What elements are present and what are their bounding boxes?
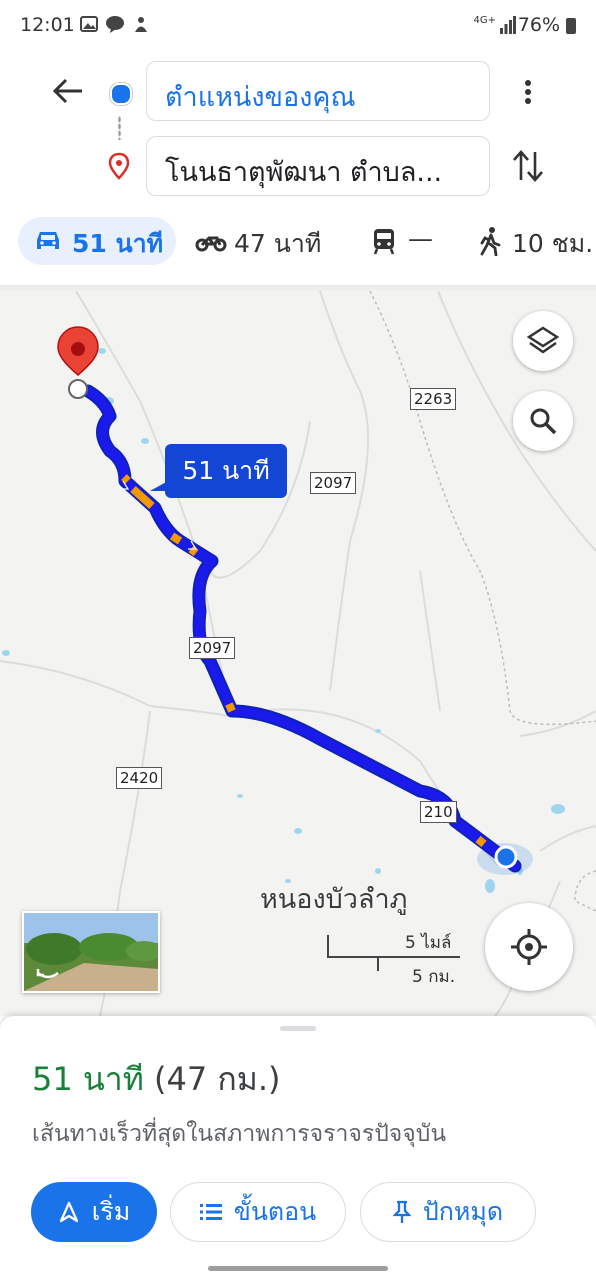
mode-transit-label[interactable]: — bbox=[408, 224, 433, 253]
origin-text: ตำแหน่งของคุณ bbox=[165, 82, 356, 113]
origin-field[interactable]: ตำแหน่งของคุณ bbox=[146, 61, 490, 121]
transit-icon[interactable] bbox=[372, 227, 396, 255]
pushpin-icon bbox=[392, 1200, 411, 1223]
app-notification-icon bbox=[135, 17, 147, 32]
crosshair-icon bbox=[511, 929, 547, 965]
route-description: เส้นทางเร็วที่สุดในสภาพการจราจรปัจจุบัน bbox=[32, 1121, 447, 1147]
route-duration: 51 นาที bbox=[32, 1060, 144, 1098]
road-label-2097-north: 2097 bbox=[310, 472, 357, 494]
road-label-2263: 2263 bbox=[410, 388, 457, 410]
battery-level: 76% bbox=[517, 14, 560, 36]
mode-driving-label: 51 นาที bbox=[72, 229, 164, 258]
scale-bar bbox=[327, 935, 460, 971]
destination-text: โนนธาตุพัฒนา ตำบล... bbox=[165, 157, 443, 188]
layers-icon bbox=[526, 326, 560, 354]
status-time: 12:01 bbox=[20, 14, 75, 36]
route-distance: (47 กม.) bbox=[154, 1060, 281, 1098]
start-label: เริ่ม bbox=[91, 1197, 131, 1226]
rotate-360-icon bbox=[36, 969, 59, 979]
destination-pin-icon bbox=[108, 152, 130, 180]
pin-label: ปักหมุด bbox=[422, 1197, 504, 1226]
my-location-button[interactable] bbox=[485, 903, 573, 991]
swap-icon[interactable] bbox=[512, 148, 544, 184]
mode-walk-label[interactable]: 10 ชม. bbox=[512, 224, 593, 264]
sheet-handle[interactable] bbox=[280, 1026, 316, 1031]
system-gesture-bar[interactable] bbox=[208, 1266, 388, 1271]
gallery-icon bbox=[80, 16, 98, 32]
origin-dot-icon bbox=[110, 83, 132, 105]
mode-motorcycle-label[interactable]: 47 นาที bbox=[234, 224, 321, 264]
start-button[interactable]: เริ่ม bbox=[31, 1182, 157, 1242]
steps-label: ขั้นตอน bbox=[233, 1197, 317, 1226]
road-label-2420: 2420 bbox=[116, 767, 163, 789]
search-icon bbox=[530, 408, 557, 435]
network-type: 4G+ bbox=[473, 15, 497, 26]
road-label-210: 210 bbox=[420, 801, 457, 823]
route-sheet[interactable]: 51 นาที (47 กม.) เส้นทางเร็วที่สุดในสภาพ… bbox=[0, 1016, 596, 1280]
car-icon bbox=[37, 232, 59, 249]
more-options-icon[interactable] bbox=[518, 78, 538, 108]
line-app-icon bbox=[106, 16, 124, 33]
place-label: หนองบัวลำภู bbox=[260, 884, 408, 915]
route-connector bbox=[118, 116, 121, 140]
motorcycle-icon[interactable] bbox=[195, 230, 227, 252]
route-duration-badge[interactable]: 51 นาที bbox=[165, 444, 287, 498]
signal-icon bbox=[500, 16, 516, 34]
pin-button[interactable]: ปักหมุด bbox=[360, 1182, 536, 1242]
layers-button[interactable] bbox=[513, 311, 573, 371]
notification-icons bbox=[80, 15, 150, 33]
destination-field[interactable]: โนนธาตุพัฒนา ตำบล... bbox=[146, 136, 490, 196]
status-bar: 12:01 4G+ 76% bbox=[0, 0, 596, 52]
street-view-thumbnail[interactable] bbox=[22, 911, 160, 993]
battery-icon bbox=[566, 18, 576, 34]
route-summary: 51 นาที (47 กม.) bbox=[32, 1054, 281, 1105]
search-along-route-button[interactable] bbox=[513, 391, 573, 451]
back-arrow-icon[interactable] bbox=[52, 77, 84, 105]
steps-button[interactable]: ขั้นตอน bbox=[170, 1182, 346, 1242]
navigation-arrow-icon bbox=[59, 1201, 78, 1223]
list-icon bbox=[199, 1204, 222, 1220]
road-label-2097: 2097 bbox=[189, 637, 236, 659]
walk-icon[interactable] bbox=[478, 226, 502, 256]
